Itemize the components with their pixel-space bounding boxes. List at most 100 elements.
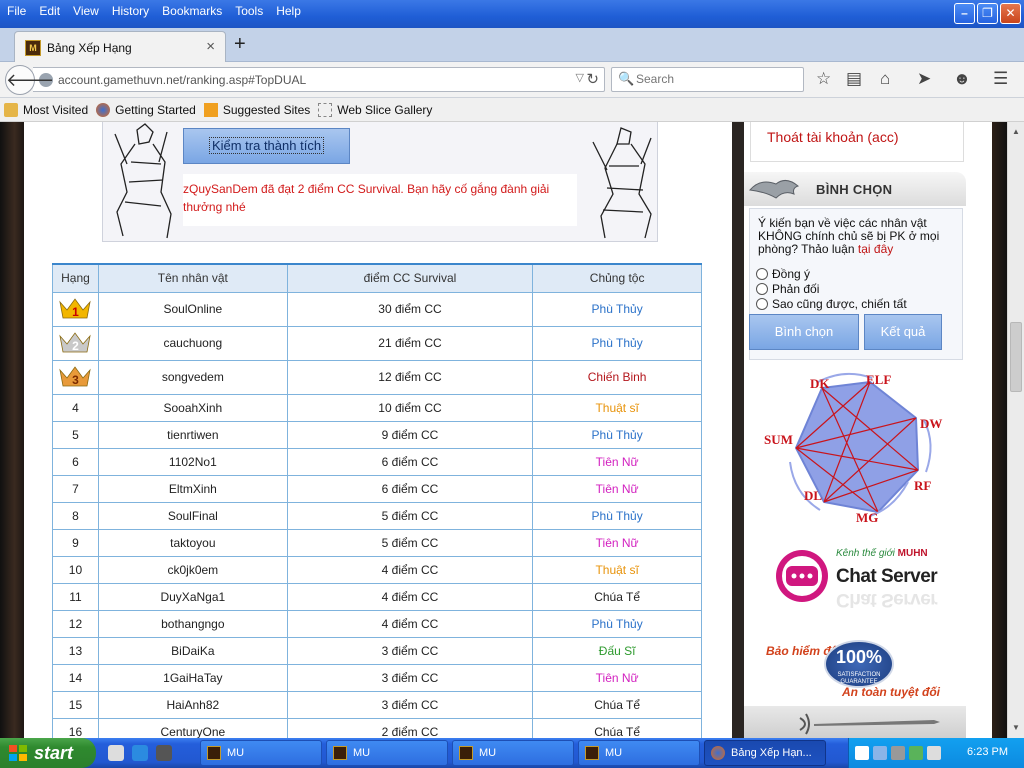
score-cell: 2 điểm CC: [286, 717, 534, 738]
insurance-banner: Bảo hiểm độ 100% SATISFACTION GUARANTEE …: [752, 634, 972, 706]
chat-channel-label: Kênh thế giới MUHN: [836, 548, 928, 559]
scroll-thumb[interactable]: [1010, 322, 1022, 392]
task-mu-1[interactable]: MU: [200, 740, 322, 766]
check-achievement-button[interactable]: Kiểm tra thành tích: [183, 128, 350, 164]
menubar: File Edit View History Bookmarks Tools H…: [0, 2, 307, 20]
character-name-cell: HaiAnh82: [97, 690, 288, 719]
tab-ranking[interactable]: M Bảng Xếp Hạng ×: [14, 31, 226, 62]
tab-close-icon[interactable]: ×: [206, 38, 215, 55]
restore-button[interactable]: ❐: [977, 3, 998, 24]
reload-icon[interactable]: ↻: [586, 70, 599, 88]
menu-file[interactable]: File: [0, 2, 32, 20]
class-label-mg: MG: [856, 510, 878, 525]
update-tray-icon[interactable]: [909, 746, 923, 760]
rank-cell: 2: [52, 325, 99, 361]
smiley-icon[interactable]: ☻: [953, 69, 971, 89]
ranking-table-body: 1 SoulOnline 30 điểm CC Phù Thủy 2 cauchuong 2…: [52, 291, 702, 738]
rank-cell: 10: [52, 555, 99, 584]
vote-option-agree[interactable]: Đồng ý: [756, 267, 810, 281]
character-name-cell: ck0jk0em: [97, 555, 288, 584]
search-input[interactable]: [636, 72, 796, 86]
character-name-cell: 1102No1: [97, 447, 288, 476]
new-tab-button[interactable]: +: [234, 33, 246, 56]
start-button[interactable]: start: [0, 738, 96, 768]
table-row: 3 songvedem 12 điểm CC Chiến Binh: [52, 359, 702, 395]
race-cell: Chúa Tể: [532, 690, 702, 719]
rank-cell: 11: [52, 582, 99, 611]
main-column: Kiểm tra thành tích zQuySanDem đã đạt 2 …: [24, 122, 732, 738]
chat-server-banner[interactable]: Kênh thế giới MUHN Chat Server Chat Serv…: [762, 536, 952, 628]
zalo-tray-icon[interactable]: [855, 746, 869, 760]
discussion-link[interactable]: tại đây: [858, 242, 893, 256]
menu-edit[interactable]: Edit: [32, 2, 66, 20]
radio-agree[interactable]: [756, 268, 768, 280]
bookmark-most-visited[interactable]: Most Visited: [4, 102, 88, 117]
guarantee-label: SATISFACTION GUARANTEE: [837, 672, 881, 685]
reading-list-icon[interactable]: ▤: [846, 69, 862, 89]
quicklaunch-media-icon[interactable]: [156, 745, 172, 761]
logout-link[interactable]: Thoát tài khoản (acc): [767, 129, 899, 145]
class-label-rf: RF: [914, 478, 931, 493]
table-row: 9 taktoyou 5 điểm CC Tiên Nữ: [52, 528, 702, 557]
vote-option-disagree[interactable]: Phản đối: [756, 282, 819, 296]
rank-cell: 12: [52, 609, 99, 638]
home-icon[interactable]: ⌂: [880, 69, 890, 89]
table-row: 8 SoulFinal 5 điểm CC Phù Thủy: [52, 501, 702, 530]
vote-button[interactable]: Bình chọn: [749, 314, 859, 350]
menu-help[interactable]: Help: [269, 2, 307, 20]
race-cell: Tiên Nữ: [532, 528, 702, 557]
back-button[interactable]: 🡐: [5, 65, 54, 95]
menu-bookmarks[interactable]: Bookmarks: [155, 2, 228, 20]
window-controls: – ❐ ✕: [954, 3, 1021, 24]
search-box[interactable]: 🔍: [611, 67, 804, 92]
task-mu-4[interactable]: MU: [578, 740, 700, 766]
quicklaunch-settings-icon[interactable]: [108, 745, 124, 761]
bookmark-getting-started[interactable]: Getting Started: [96, 102, 196, 117]
vote-header: BÌNH CHỌN: [744, 172, 966, 206]
menu-view[interactable]: View: [66, 2, 105, 20]
menu-history[interactable]: History: [105, 2, 155, 20]
page-scrollbar[interactable]: ▲ ▼: [1007, 122, 1024, 738]
vote-question: Ý kiến bạn về việc các nhân vật KHÔNG ch…: [758, 216, 940, 256]
quicklaunch-ie-icon[interactable]: [132, 745, 148, 761]
vote-option-whatever[interactable]: Sao cũng được, chiến tất: [756, 297, 907, 311]
score-cell: 21 điểm CC: [286, 325, 534, 361]
sword-banner: [744, 706, 966, 738]
folder-icon: [4, 102, 18, 117]
result-button[interactable]: Kết quả: [864, 314, 942, 350]
table-row: 6 1102No1 6 điểm CC Tiên Nữ: [52, 447, 702, 476]
minimize-button[interactable]: –: [954, 3, 975, 24]
class-relation-diagram: DK ELF DW RF MG DL SUM: [764, 372, 942, 525]
radio-disagree[interactable]: [756, 283, 768, 295]
sword-icon: [799, 713, 940, 735]
rank-cell: 3: [52, 359, 99, 395]
url-bar[interactable]: account.gamethuvn.net/ranking.asp#TopDUA…: [33, 67, 605, 92]
score-cell: 4 điểm CC: [286, 609, 534, 638]
bookmark-suggested-sites[interactable]: Suggested Sites: [203, 102, 310, 117]
table-row: 10 ck0jk0em 4 điểm CC Thuật sĩ: [52, 555, 702, 584]
scroll-down-icon[interactable]: ▼: [1008, 720, 1024, 736]
volume-tray-icon[interactable]: [927, 746, 941, 760]
header-score: điểm CC Survival: [286, 263, 534, 293]
url-dropdown-icon[interactable]: ▽: [576, 71, 584, 84]
score-cell: 3 điểm CC: [286, 690, 534, 719]
task-firefox[interactable]: Bảng Xếp Hạn...: [704, 740, 826, 766]
character-name-cell: SoulFinal: [97, 501, 288, 530]
achievement-message: zQuySanDem đã đạt 2 điểm CC Survival. Bạ…: [183, 174, 577, 226]
task-mu-2[interactable]: MU: [326, 740, 448, 766]
character-name-cell: cauchuong: [97, 325, 288, 361]
race-cell: Chúa Tể: [532, 717, 702, 738]
hamburger-menu-icon[interactable]: ☰: [993, 69, 1008, 89]
mu-favicon-icon: M: [25, 40, 41, 56]
bookmark-web-slice-gallery[interactable]: Web Slice Gallery: [318, 102, 432, 117]
menu-tools[interactable]: Tools: [228, 2, 269, 20]
close-window-button[interactable]: ✕: [1000, 3, 1021, 24]
antivirus-tray-icon[interactable]: [891, 746, 905, 760]
table-row: 4 SooahXinh 10 điểm CC Thuật sĩ: [52, 393, 702, 422]
send-icon[interactable]: ➤: [917, 69, 931, 89]
radio-whatever[interactable]: [756, 298, 768, 310]
task-mu-3[interactable]: MU: [452, 740, 574, 766]
bookmark-star-icon[interactable]: ☆: [816, 69, 831, 89]
network-tray-icon[interactable]: [873, 746, 887, 760]
scroll-up-icon[interactable]: ▲: [1008, 124, 1024, 140]
